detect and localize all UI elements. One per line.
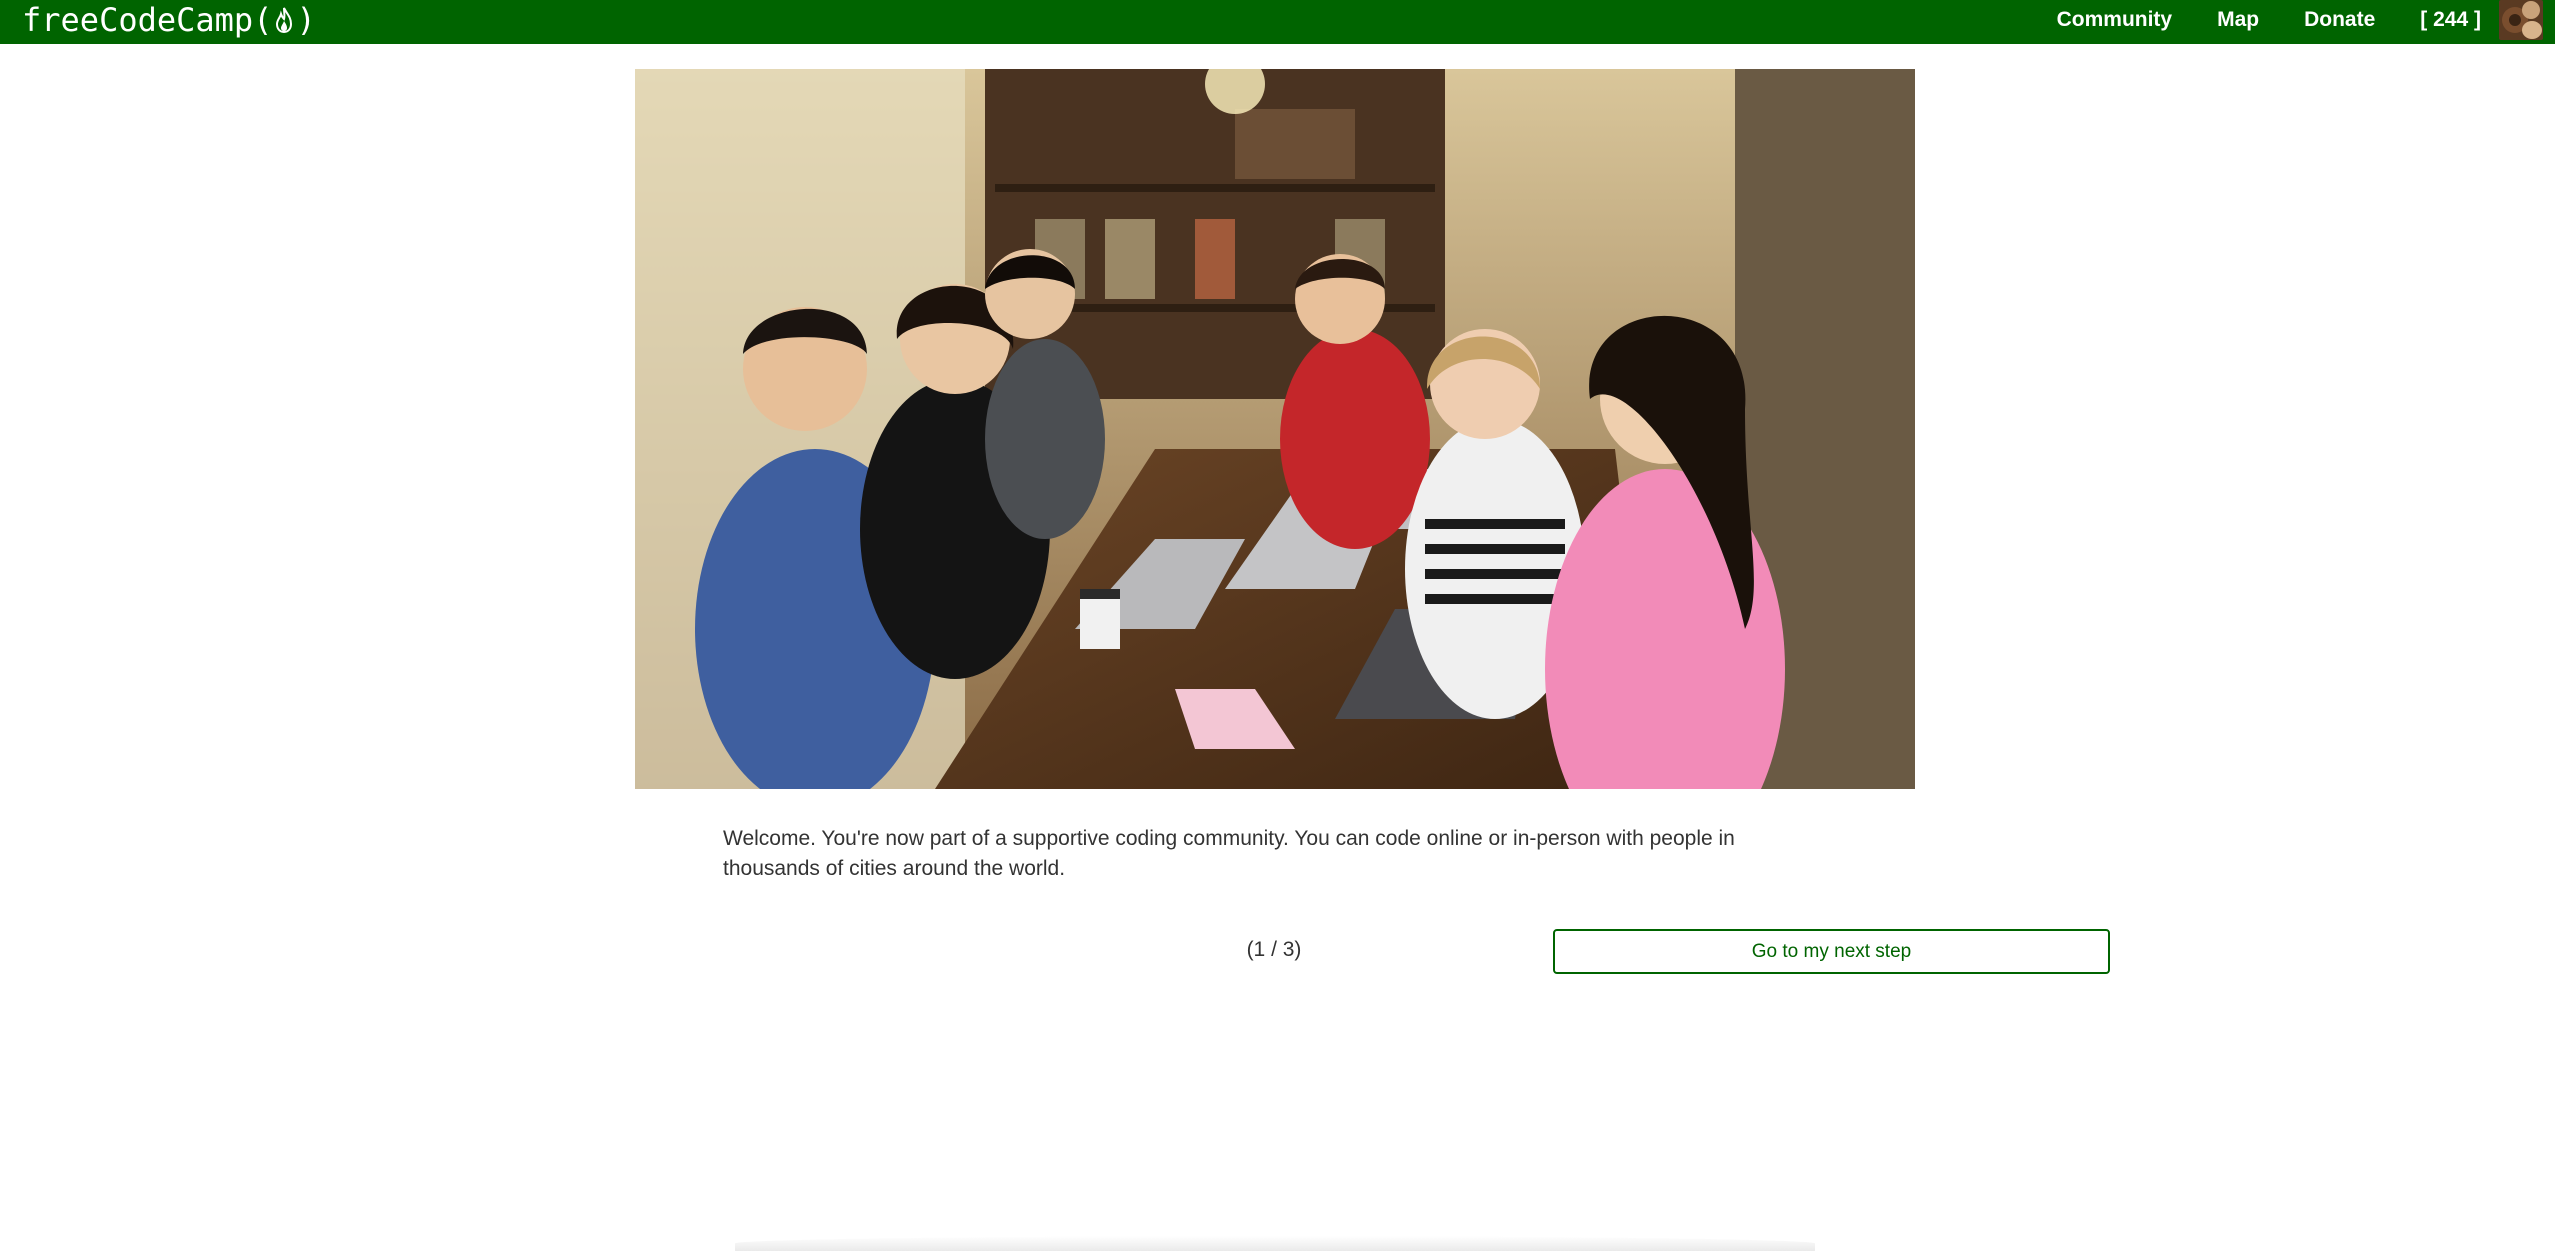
nav-link-map[interactable]: Map xyxy=(2217,8,2259,32)
nav-link-community[interactable]: Community xyxy=(2057,8,2173,32)
nav-links: Community Map Donate [ 244 ] xyxy=(2057,0,2555,40)
brand-logo[interactable]: freeCodeCamp( ) xyxy=(22,0,316,40)
points-counter[interactable]: [ 244 ] xyxy=(2420,8,2481,32)
nav-link-donate[interactable]: Donate xyxy=(2304,8,2375,32)
brand-text-suffix: ) xyxy=(296,1,316,39)
bottom-edge-shadow xyxy=(735,1236,1815,1251)
user-avatar[interactable] xyxy=(2499,0,2543,40)
brand-text-prefix: freeCodeCamp( xyxy=(22,1,273,39)
welcome-message: Welcome. You're now part of a supportive… xyxy=(723,827,1735,880)
group-photo xyxy=(635,69,1915,789)
top-navbar: freeCodeCamp( ) Community Map Donate [ 2… xyxy=(0,0,2555,44)
step-counter: (1 / 3) xyxy=(1246,938,1302,961)
flame-icon xyxy=(274,6,294,34)
next-step-button[interactable]: Go to my next step xyxy=(1553,929,2110,974)
